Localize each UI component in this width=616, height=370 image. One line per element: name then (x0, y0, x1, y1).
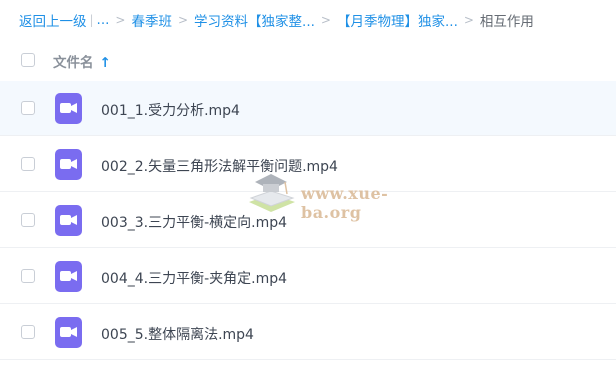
list-header: 文件名 ↑ (0, 44, 616, 76)
sort-arrow-icon[interactable]: ↑ (100, 55, 111, 71)
graduation-cap-icon (249, 174, 295, 212)
crumb-link-3[interactable]: 【月季物理】独家... (337, 10, 458, 30)
file-checkbox[interactable] (21, 213, 35, 227)
back-link[interactable]: 返回上一级 (19, 10, 87, 30)
crumb-ellipsis[interactable]: ... (97, 12, 110, 28)
chevron-right-icon: > (320, 13, 331, 27)
select-all-checkbox[interactable] (21, 53, 35, 67)
watermark-text: www.xue-ba.org (301, 184, 389, 222)
video-icon (55, 93, 82, 124)
chevron-right-icon: > (115, 13, 126, 27)
name-column-label: 文件名 (53, 55, 94, 71)
watermark: www.xue-ba.org (241, 168, 441, 222)
video-icon (55, 149, 82, 180)
video-icon (55, 261, 82, 292)
file-name[interactable]: 005_5.整体隔离法.mp4 (101, 324, 254, 344)
file-checkbox[interactable] (21, 269, 35, 283)
file-checkbox[interactable] (21, 101, 35, 115)
file-row[interactable]: 004_4.三力平衡-夹角定.mp4 (0, 249, 616, 304)
file-checkbox[interactable] (21, 325, 35, 339)
file-checkbox[interactable] (21, 157, 35, 171)
crumb-divider: | (89, 13, 94, 27)
crumb-link-1[interactable]: 春季班 (131, 10, 172, 30)
name-column-header[interactable]: 文件名 ↑ (53, 51, 111, 71)
crumb-current: 相互作用 (479, 14, 534, 30)
file-name[interactable]: 001_1.受力分析.mp4 (101, 100, 240, 120)
crumb-link-2[interactable]: 学习资料【独家整... (194, 10, 315, 30)
video-icon (55, 205, 82, 236)
video-icon (55, 317, 82, 348)
file-name[interactable]: 004_4.三力平衡-夹角定.mp4 (101, 268, 287, 288)
chevron-right-icon: > (177, 13, 189, 27)
chevron-right-icon: > (463, 13, 474, 27)
breadcrumb: 返回上一级 | ... > 春季班 > 学习资料【独家整... > 【月季物理】… (19, 10, 606, 30)
file-row[interactable]: 005_5.整体隔离法.mp4 (0, 305, 616, 360)
file-row[interactable]: 001_1.受力分析.mp4 (0, 81, 616, 136)
